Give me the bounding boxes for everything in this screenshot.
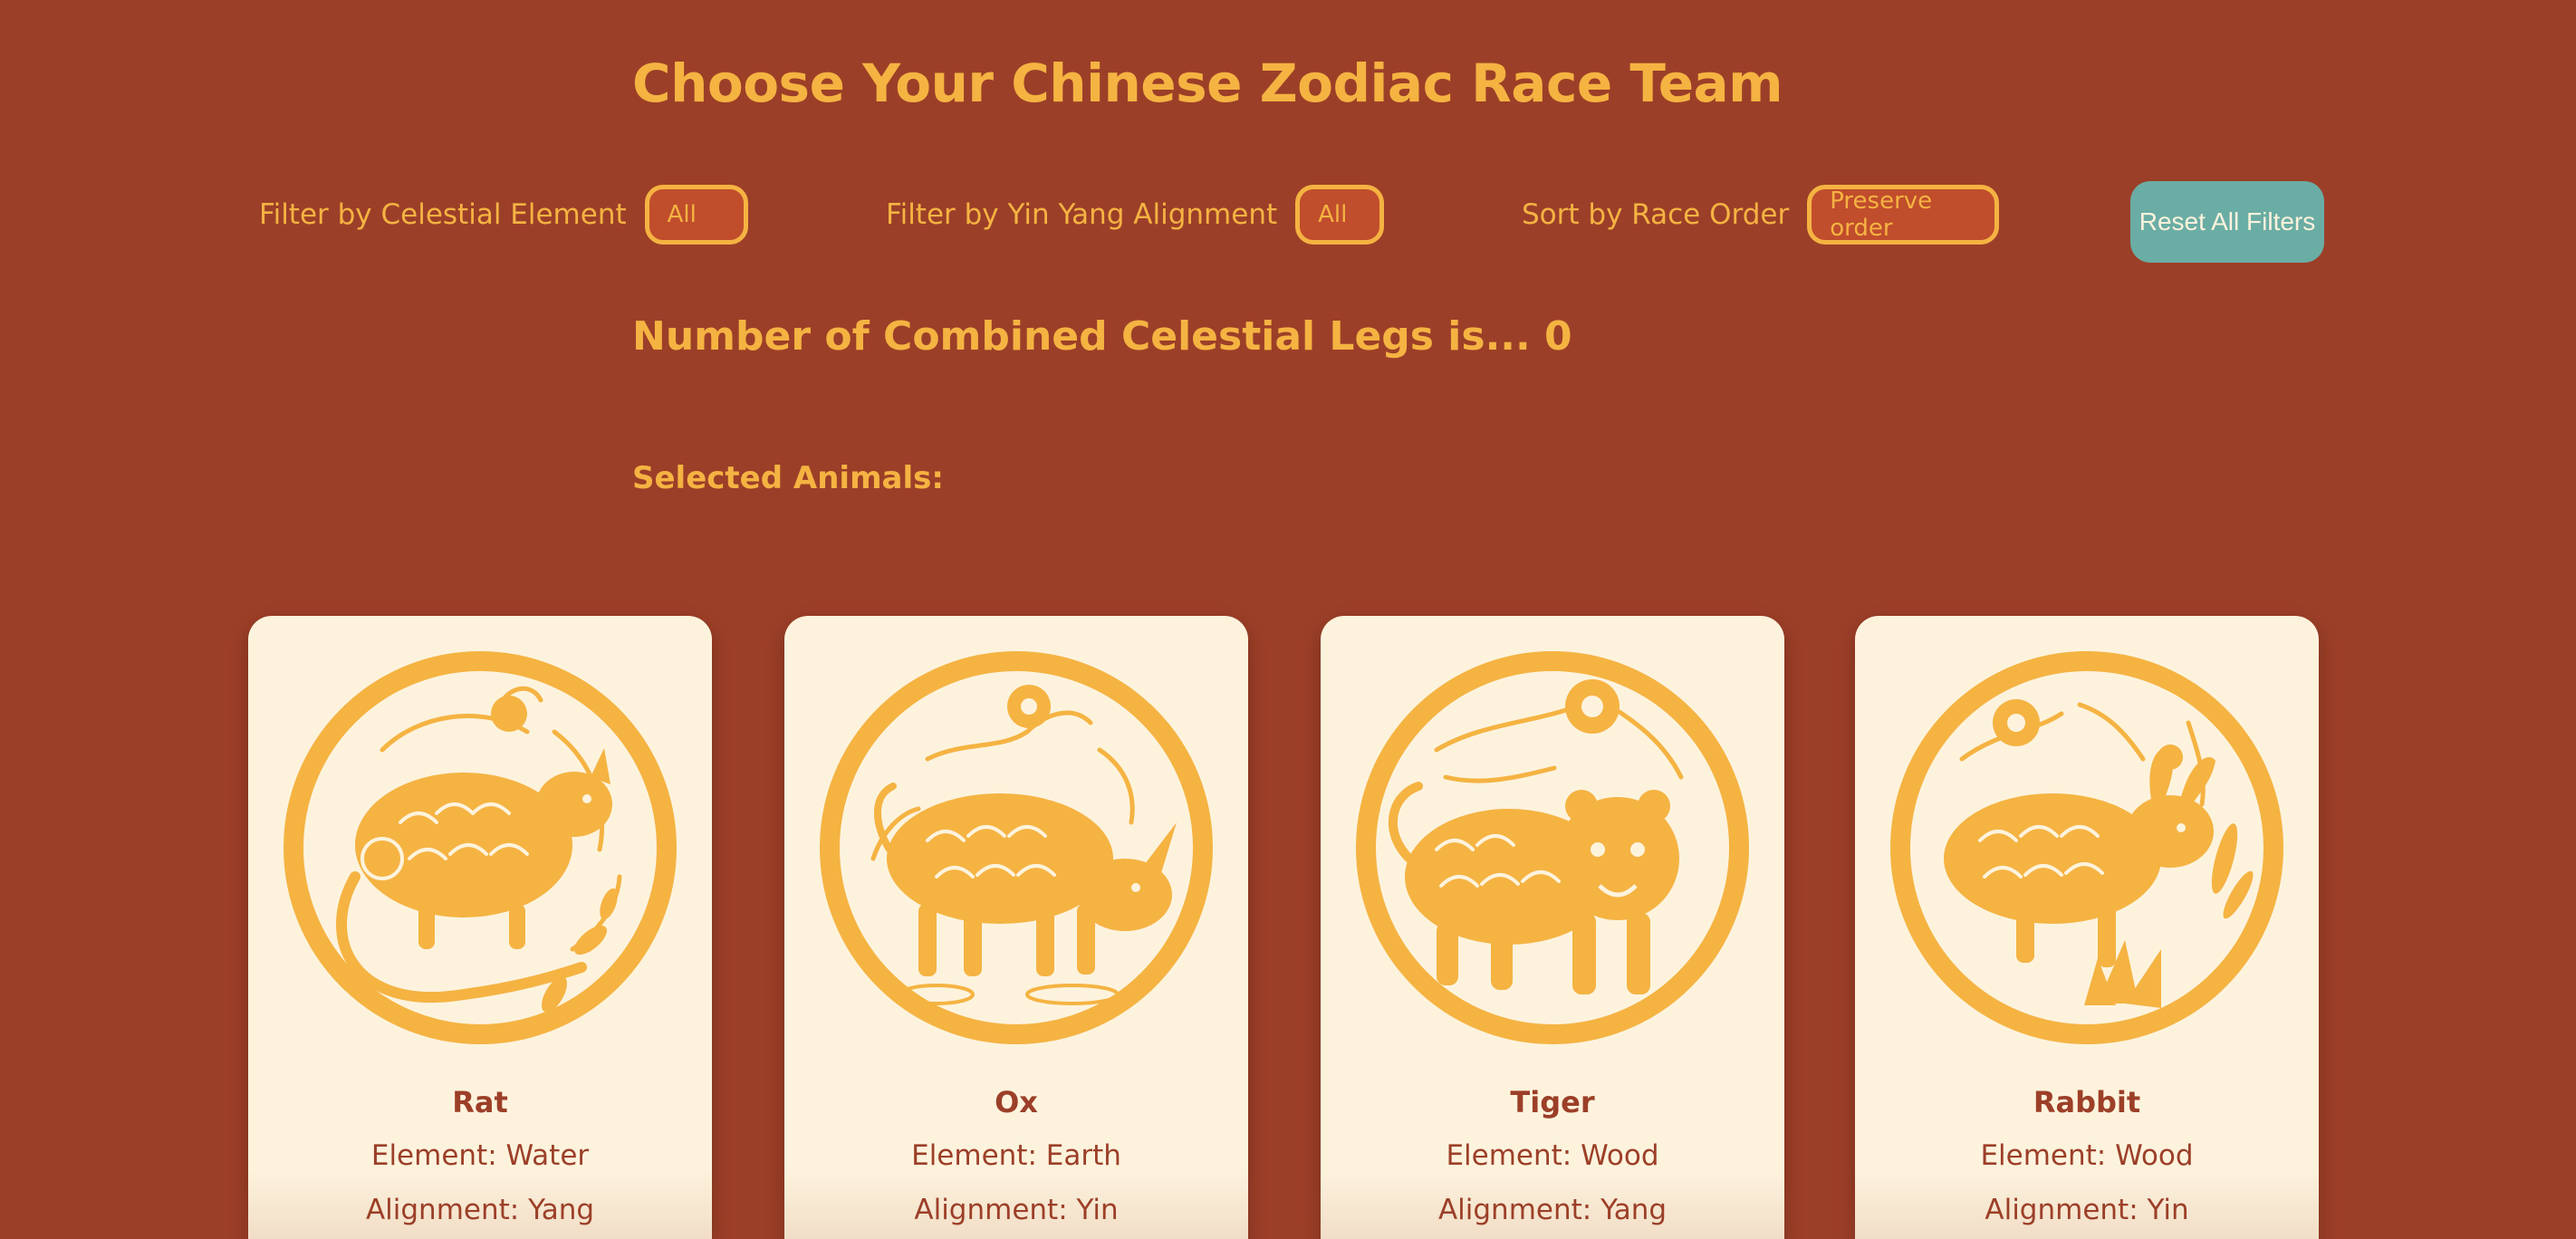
animal-card-rat[interactable]: Rat Element: Water Alignment: Yang (248, 616, 712, 1239)
page: Choose Your Chinese Zodiac Race Team Fil… (0, 0, 2576, 1239)
sort-value: Preserve order (1830, 187, 1933, 242)
animal-card-rabbit[interactable]: Rabbit Element: Wood Alignment: Yin (1855, 616, 2319, 1239)
element-filter-select[interactable]: All (644, 185, 748, 245)
element-filter-value: All (667, 201, 697, 228)
legs-count-heading: Number of Combined Celestial Legs is... … (632, 313, 1572, 360)
animal-alignment: Alignment: Yang (365, 1194, 595, 1226)
alignment-filter-select[interactable]: All (1295, 185, 1385, 245)
rat-papercut-icon (284, 651, 677, 1044)
tiger-papercut-icon (1356, 651, 1749, 1044)
animal-element: Element: Water (370, 1139, 590, 1172)
sort-label: Sort by Race Order (1522, 198, 1790, 231)
selected-animals-heading: Selected Animals: (632, 460, 944, 496)
animal-name: Rat (452, 1085, 508, 1119)
page-title: Choose Your Chinese Zodiac Race Team (632, 53, 1783, 114)
ox-papercut-icon (820, 651, 1213, 1044)
animal-alignment: Alignment: Yin (914, 1194, 1119, 1226)
alignment-filter-value: All (1318, 201, 1348, 228)
sort-select[interactable]: Preserve order (1807, 185, 2000, 245)
animal-element: Element: Earth (911, 1139, 1121, 1172)
element-filter: Filter by Celestial Element All (259, 181, 748, 248)
animal-alignment: Alignment: Yang (1437, 1194, 1668, 1226)
animal-element: Element: Wood (1980, 1139, 2194, 1172)
animal-element: Element: Wood (1446, 1139, 1659, 1172)
element-filter-label: Filter by Celestial Element (259, 198, 627, 231)
reset-filters-button[interactable]: Reset All Filters (2130, 181, 2324, 263)
animal-name: Ox (995, 1085, 1038, 1119)
animal-name: Rabbit (2033, 1085, 2141, 1119)
animal-alignment: Alignment: Yin (1985, 1194, 2189, 1226)
sort-filter: Sort by Race Order Preserve order (1522, 181, 2000, 248)
animal-name: Tiger (1510, 1085, 1595, 1119)
rabbit-papercut-icon (1890, 651, 2283, 1044)
alignment-filter: Filter by Yin Yang Alignment All (886, 181, 1385, 248)
animal-card-ox[interactable]: Ox Element: Earth Alignment: Yin (784, 616, 1248, 1239)
alignment-filter-label: Filter by Yin Yang Alignment (886, 198, 1278, 231)
animal-card-tiger[interactable]: Tiger Element: Wood Alignment: Yang (1321, 616, 1784, 1239)
